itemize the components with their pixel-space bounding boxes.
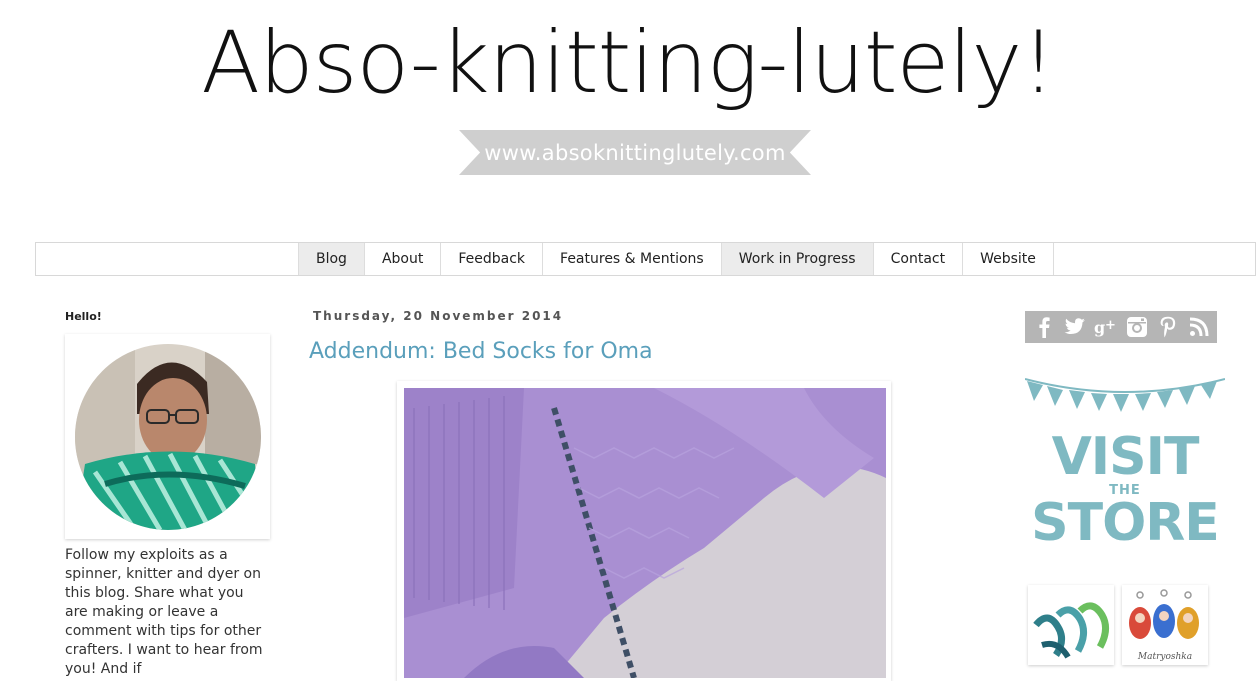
post-image-frame [397, 381, 891, 681]
store-text: STORE [1031, 493, 1220, 553]
tab-website[interactable]: Website [962, 243, 1054, 275]
hello-heading: Hello! [65, 310, 102, 323]
rss-icon[interactable] [1187, 315, 1211, 339]
nav-bar: Blog About Feedback Features & Mentions … [35, 242, 1256, 276]
instagram-icon[interactable] [1125, 315, 1149, 339]
about-text: Follow my exploits as a spinner, knitter… [65, 547, 263, 677]
main-content: Thursday, 20 November 2014 Addendum: Bed… [309, 309, 989, 681]
pinterest-icon[interactable] [1156, 315, 1180, 339]
tab-features-mentions[interactable]: Features & Mentions [542, 243, 721, 275]
right-sidebar: g + VISIT THE STORE Matryoshka [1024, 311, 1226, 665]
google-plus-icon[interactable]: g + [1094, 315, 1118, 339]
svg-text:g: g [1094, 318, 1105, 337]
store-thumb-yarn[interactable] [1028, 585, 1114, 665]
url-banner-text: www.absoknittinglutely.com [484, 140, 786, 165]
nav-tabs: Blog About Feedback Features & Mentions … [298, 243, 1054, 275]
post-image[interactable] [404, 388, 886, 678]
bunting-decoration [1024, 378, 1226, 412]
tab-blog[interactable]: Blog [298, 243, 364, 275]
site-title[interactable]: Abso-knitting-lutely! [0, 8, 1256, 118]
profile-photo-frame [65, 334, 270, 539]
visit-store-ad[interactable]: VISIT THE STORE [1024, 375, 1226, 555]
post-title[interactable]: Addendum: Bed Socks for Oma [309, 339, 653, 364]
social-bar: g + [1025, 311, 1217, 343]
tab-contact[interactable]: Contact [872, 243, 962, 275]
twitter-icon[interactable] [1063, 315, 1087, 339]
tab-work-in-progress[interactable]: Work in Progress [720, 243, 873, 275]
thumb-caption: Matryoshka [1137, 652, 1192, 662]
post-date: Thursday, 20 November 2014 [313, 309, 564, 323]
store-thumb-matryoshka[interactable]: Matryoshka [1122, 585, 1208, 665]
tab-feedback[interactable]: Feedback [440, 243, 542, 275]
facebook-icon[interactable] [1032, 315, 1056, 339]
svg-text:+: + [1105, 318, 1116, 333]
visit-text: VISIT [1051, 427, 1200, 487]
url-banner: www.absoknittinglutely.com [459, 130, 811, 175]
profile-photo[interactable] [75, 344, 261, 530]
left-sidebar: Hello! Follow my exploits as a spinner, … [65, 310, 275, 677]
tab-about[interactable]: About [363, 243, 440, 275]
